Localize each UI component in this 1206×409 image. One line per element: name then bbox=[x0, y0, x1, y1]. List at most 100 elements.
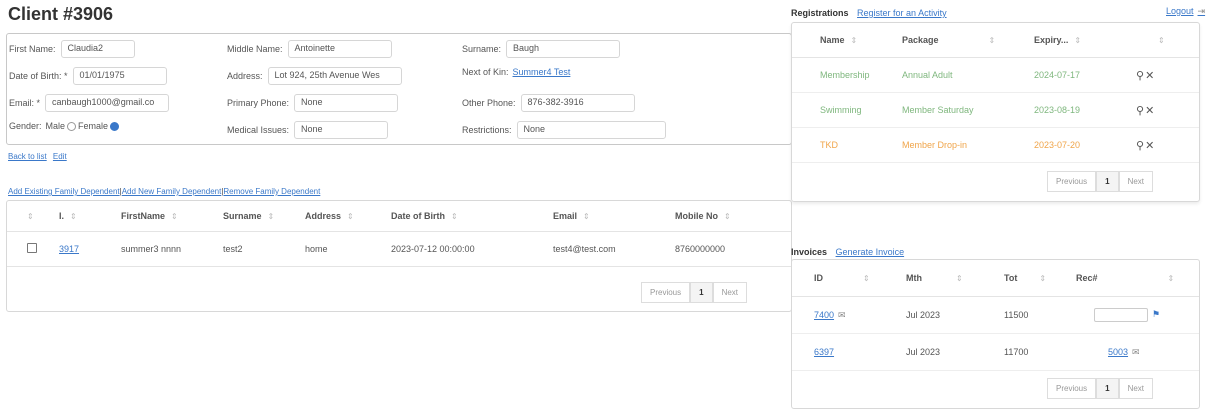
delete-icon[interactable]: ✕ bbox=[1145, 105, 1155, 117]
restrictions-field: Restrictions: None bbox=[462, 121, 666, 139]
reg-package: Annual Adult bbox=[896, 57, 1028, 93]
address-label: Address: bbox=[227, 71, 263, 81]
surname-input[interactable]: Baugh bbox=[506, 40, 621, 58]
view-icon[interactable]: ⚲ bbox=[1136, 140, 1145, 152]
table-header-row: ⇕ I. ⇕ FirstName ⇕ Surname ⇕ Address ⇕ Date … bbox=[7, 201, 791, 232]
primary-phone-input[interactable]: None bbox=[294, 94, 399, 112]
invoices-panel: ID ⇕ Mth ⇕ Tot ⇕ Rec# ⇕ 7400 ✉ Jul 2023 11500… bbox=[791, 259, 1200, 409]
col-package[interactable]: Package ⇕ bbox=[896, 23, 1028, 58]
sort-icon: ⇕ bbox=[1074, 36, 1082, 45]
medical-label: Medical Issues: bbox=[227, 125, 290, 135]
view-icon[interactable]: ⚲ bbox=[1136, 105, 1145, 117]
prev-button[interactable]: Previous bbox=[1047, 171, 1097, 192]
col-address[interactable]: Address ⇕ bbox=[299, 201, 385, 232]
col-email[interactable]: Email ⇕ bbox=[547, 201, 669, 232]
col-firstname[interactable]: FirstName ⇕ bbox=[115, 201, 217, 232]
medical-input[interactable]: None bbox=[294, 121, 389, 139]
invoices-header: Invoices Generate Invoice bbox=[791, 247, 904, 257]
gender-label: Gender: bbox=[9, 121, 42, 131]
gender-field: Gender: Male Female bbox=[9, 121, 121, 131]
receipt-input[interactable] bbox=[1094, 308, 1148, 322]
sort-icon: ⇕ bbox=[267, 212, 275, 221]
delete-icon[interactable]: ✕ bbox=[1145, 140, 1155, 152]
col-id[interactable]: I. ⇕ bbox=[53, 201, 115, 232]
surname-label: Surname: bbox=[462, 44, 502, 54]
register-activity-link[interactable]: Register for an Activity bbox=[857, 8, 947, 18]
page-1-button[interactable]: 1 bbox=[1096, 378, 1119, 399]
sort-icon: ⇕ bbox=[863, 274, 870, 283]
next-of-kin-link[interactable]: Summer4 Test bbox=[513, 67, 571, 77]
address-input[interactable]: Lot 924, 25th Avenue Wes bbox=[267, 67, 402, 85]
sort-icon: ⇕ bbox=[988, 36, 996, 45]
invoices-pager: Previous 1 Next bbox=[1047, 378, 1154, 399]
row-checkbox[interactable] bbox=[27, 243, 37, 253]
col-mobile[interactable]: Mobile No ⇕ bbox=[669, 201, 791, 232]
table-header-row: ID ⇕ Mth ⇕ Tot ⇕ Rec# ⇕ bbox=[792, 260, 1199, 297]
dob-input[interactable]: 01/01/1975 bbox=[72, 67, 167, 85]
registrations-header: Registrations Register for an Activity bbox=[791, 8, 947, 18]
sort-icon: ⇕ bbox=[1158, 36, 1165, 45]
medical-field: Medical Issues: None bbox=[227, 121, 389, 139]
gender-male-radio[interactable] bbox=[67, 121, 77, 131]
envelope-icon[interactable]: ✉ bbox=[838, 310, 846, 320]
invoice-id-link[interactable]: 6397 bbox=[814, 347, 834, 357]
invoice-id-link[interactable]: 7400 bbox=[814, 310, 834, 320]
other-phone-input[interactable]: 876-382-3916 bbox=[520, 94, 635, 112]
edit-link[interactable]: Edit bbox=[53, 152, 67, 161]
envelope-icon[interactable]: ✉ bbox=[1132, 347, 1140, 357]
page-1-button[interactable]: 1 bbox=[1096, 171, 1119, 192]
logout-link[interactable]: Logout ⇥ bbox=[1166, 6, 1205, 17]
table-header-row: Name ⇕ Package ⇕ Expiry... ⇕ ⇕ bbox=[792, 23, 1199, 58]
reg-expiry: 2024-07-17 bbox=[1028, 57, 1130, 93]
prev-button[interactable]: Previous bbox=[641, 282, 691, 303]
reg-name: Membership bbox=[792, 57, 896, 93]
middle-name-label: Middle Name: bbox=[227, 44, 283, 54]
cell-dob: 2023-07-12 00:00:00 bbox=[385, 231, 547, 267]
col-expiry[interactable]: Expiry... ⇕ bbox=[1028, 23, 1130, 58]
back-to-list-link[interactable]: Back to list bbox=[8, 152, 47, 161]
first-name-label: First Name: bbox=[9, 44, 56, 54]
invoice-mth: Jul 2023 bbox=[900, 296, 998, 334]
generate-invoice-link[interactable]: Generate Invoice bbox=[836, 247, 905, 257]
reg-package: Member Saturday bbox=[896, 92, 1028, 128]
gender-male-label: Male bbox=[45, 121, 66, 131]
prev-button[interactable]: Previous bbox=[1047, 378, 1097, 399]
dependent-id-link[interactable]: 3917 bbox=[59, 244, 79, 254]
gender-female-radio[interactable] bbox=[110, 121, 120, 131]
col-id[interactable]: ID ⇕ bbox=[792, 260, 900, 297]
col-rec[interactable]: Rec# ⇕ bbox=[1070, 260, 1199, 297]
receipt-link[interactable]: 5003 bbox=[1108, 347, 1128, 357]
col-tot[interactable]: Tot ⇕ bbox=[998, 260, 1070, 297]
col-surname[interactable]: Surname ⇕ bbox=[217, 201, 299, 232]
flag-icon[interactable]: ⚑ bbox=[1152, 309, 1160, 319]
cell-mobile: 8760000000 bbox=[669, 231, 791, 267]
next-of-kin-field: Next of Kin: Summer4 Test bbox=[462, 67, 570, 77]
gender-female-label: Female bbox=[78, 121, 109, 131]
sort-icon: ⇕ bbox=[347, 212, 354, 221]
middle-name-input[interactable]: Antoinette bbox=[287, 40, 392, 58]
remove-dependent-link[interactable]: Remove Family Dependent bbox=[223, 187, 320, 196]
next-button[interactable]: Next bbox=[1118, 378, 1154, 399]
other-phone-label: Other Phone: bbox=[462, 98, 516, 108]
col-actions[interactable]: ⇕ bbox=[1130, 23, 1199, 58]
add-new-dependent-link[interactable]: Add New Family Dependent bbox=[122, 187, 222, 196]
sort-icon: ⇕ bbox=[70, 212, 77, 221]
col-dob[interactable]: Date of Birth ⇕ bbox=[385, 201, 547, 232]
cell-surname: test2 bbox=[217, 231, 299, 267]
col-name[interactable]: Name ⇕ bbox=[792, 23, 896, 58]
col-select[interactable]: ⇕ bbox=[7, 201, 53, 232]
cell-email: test4@test.com bbox=[547, 231, 669, 267]
add-existing-dependent-link[interactable]: Add Existing Family Dependent bbox=[8, 187, 120, 196]
view-icon[interactable]: ⚲ bbox=[1136, 70, 1145, 82]
col-mth[interactable]: Mth ⇕ bbox=[900, 260, 998, 297]
next-button[interactable]: Next bbox=[712, 282, 748, 303]
delete-icon[interactable]: ✕ bbox=[1145, 70, 1155, 82]
email-input[interactable]: canbaugh1000@gmail.co bbox=[45, 94, 170, 112]
next-button[interactable]: Next bbox=[1118, 171, 1154, 192]
restrictions-input[interactable]: None bbox=[516, 121, 666, 139]
first-name-input[interactable]: Claudia2 bbox=[60, 40, 135, 58]
registrations-panel: Name ⇕ Package ⇕ Expiry... ⇕ ⇕ Membership A… bbox=[791, 22, 1200, 202]
other-phone-field: Other Phone: 876-382-3916 bbox=[462, 94, 635, 112]
table-row: Swimming Member Saturday 2023-08-19 ⚲✕ bbox=[792, 92, 1199, 128]
page-1-button[interactable]: 1 bbox=[690, 282, 713, 303]
